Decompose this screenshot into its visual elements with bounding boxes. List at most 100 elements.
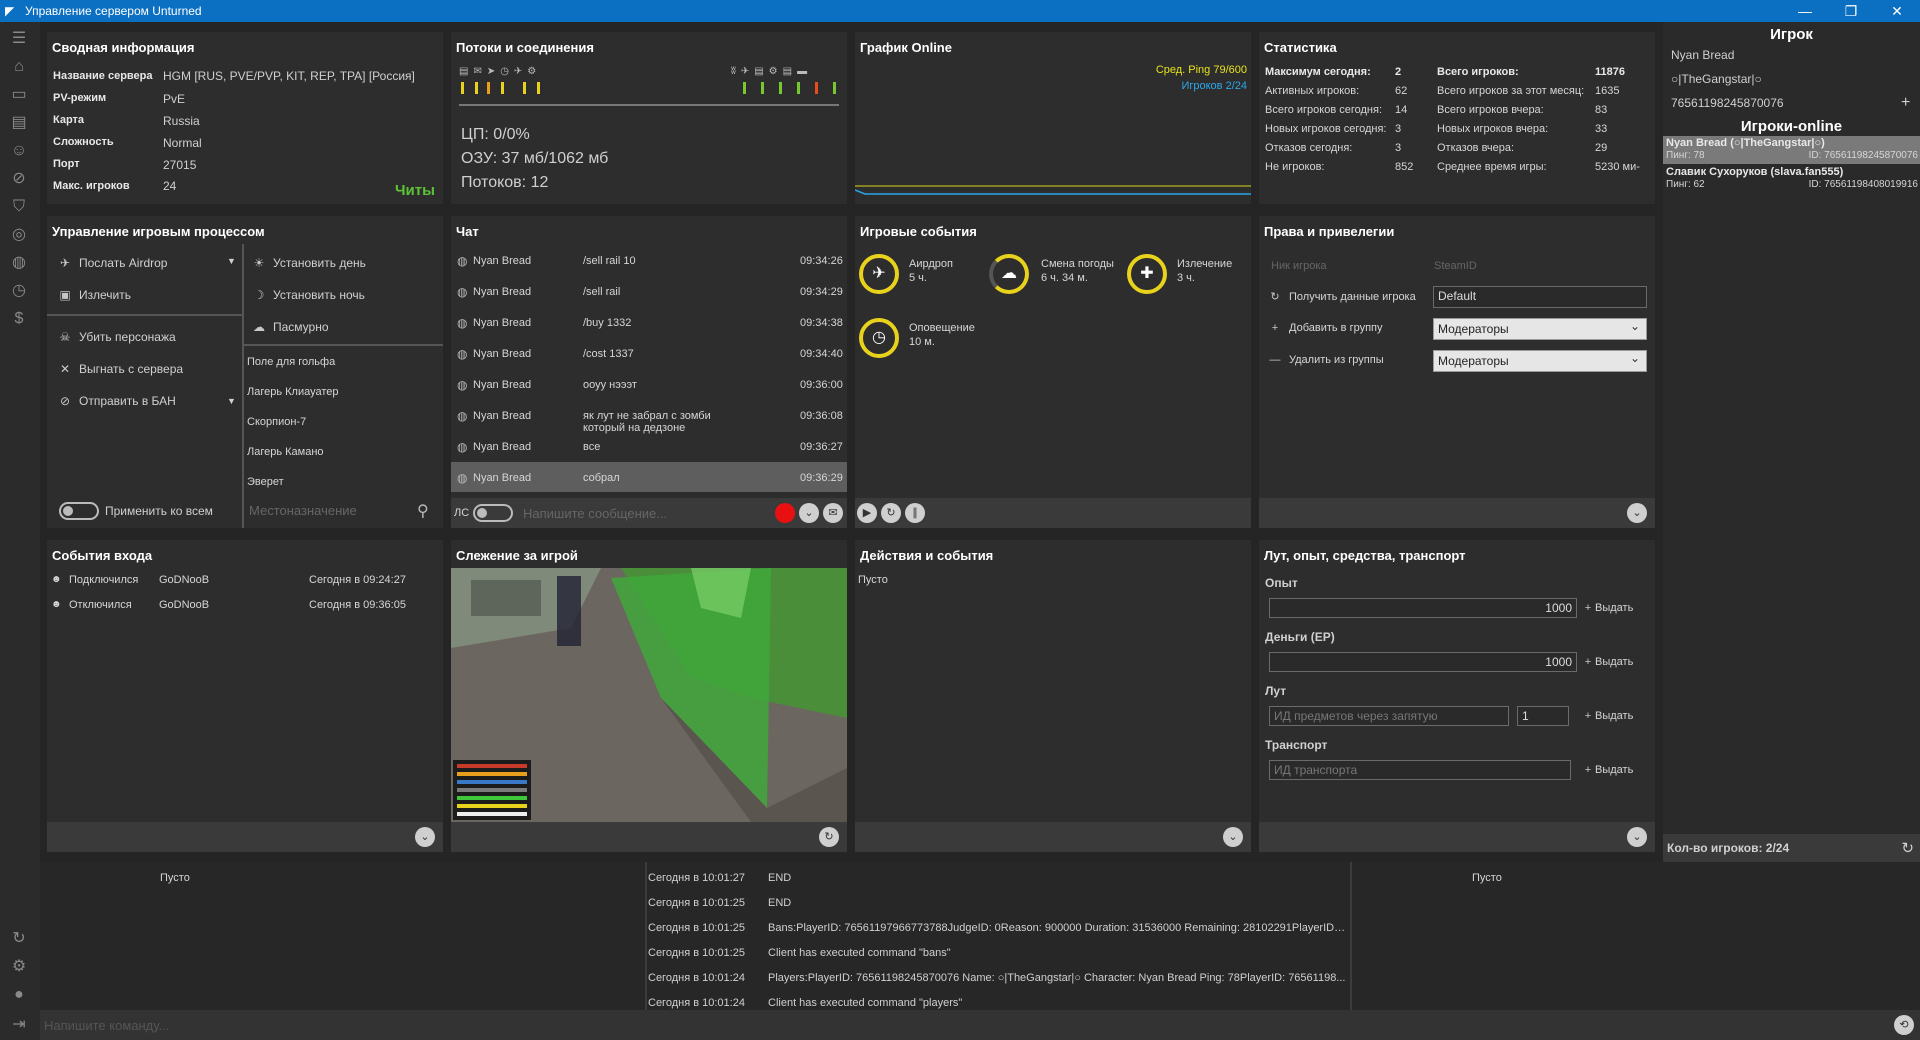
remove-from-group-button[interactable]: — Удалить из группы [1267,354,1384,366]
location-item[interactable]: Скорпион-7 [247,416,306,428]
kill-button[interactable]: ☠ Убить персонажа [57,330,176,344]
play-icon[interactable]: ▶ [857,503,877,523]
chat-footer: ЛС Напишите сообщение... ⌄ ✉ [451,498,847,528]
loot-footer: ⌄ [1259,822,1655,852]
give-money-button[interactable]: + Выдать [1583,656,1634,668]
command-input[interactable]: Напишите команду... [44,1018,169,1033]
nick-input[interactable]: Ник игрока [1271,260,1327,272]
chat-text: /sell rail [583,286,621,298]
add-player-button[interactable]: + [1901,94,1910,112]
location-item[interactable]: Лагерь Камано [247,446,324,458]
summary-key: Сложность [53,136,114,148]
exit-icon[interactable]: ⇥ [8,1014,30,1036]
medkit-icon: ▣ [59,288,71,302]
maximize-button[interactable]: ❐ [1828,0,1874,22]
kick-button[interactable]: ✕ Выгнать с сервера [57,362,183,376]
users-icon[interactable]: ☺ [8,140,30,162]
ban-button[interactable]: ⊘ Отправить в БАН [57,394,176,408]
send-command-icon[interactable]: ⟲ [1894,1015,1914,1035]
give-exp-button[interactable]: + Выдать [1583,602,1634,614]
actions-expand-icon[interactable]: ⌄ [1223,827,1243,847]
chat-message-row[interactable]: ◍ Nyan Bread/buy 1332 09:34:38 [451,314,847,342]
cheats-label[interactable]: Читы [395,182,435,199]
loot-qty-stepper[interactable]: 1 [1517,706,1569,726]
send-icon[interactable]: ✉ [823,503,843,523]
chat-scroll-down-icon[interactable]: ⌄ [799,503,819,523]
get-player-data-button[interactable]: ↻ Получить данные игрока [1267,290,1415,303]
rights-expand-icon[interactable]: ⌄ [1627,503,1647,523]
refresh-players-icon[interactable]: ↻ [1901,839,1914,857]
menu-icon[interactable]: ☰ [8,28,30,50]
plus-icon: + [1584,656,1592,668]
chat-icon[interactable]: ▭ [8,84,30,106]
settings-icon[interactable]: ⚙ [8,956,30,978]
private-toggle[interactable] [473,504,513,522]
refresh-icon[interactable]: ↻ [8,928,30,950]
online-player-name: Nyan Bread (○|TheGangstar|○) [1666,137,1825,149]
location-item[interactable]: Лагерь Клиауатер [247,386,339,398]
info-icon[interactable]: ● [8,984,30,1006]
cloudy-button[interactable]: ☁ Пасмурно [251,320,329,334]
chat-user: Nyan Bread [473,441,532,453]
group-input[interactable]: Default [1433,286,1647,308]
online-player-ping: Пинг: 78 [1666,150,1705,161]
destination-input[interactable]: Местоназначение [249,503,357,518]
chat-message-row[interactable]: ◍ Nyan Bread все 09:36:27 [451,438,847,466]
close-button[interactable]: ✕ [1874,0,1920,22]
record-button[interactable] [775,503,795,523]
stat-value: 3 [1395,123,1402,135]
private-label: ЛС [454,507,470,519]
chat-input[interactable]: Напишите сообщение... [523,506,667,521]
remove-group-select[interactable]: Модераторы [1433,350,1647,372]
online-player-row[interactable]: Nyan Bread (○|TheGangstar|○) Пинг: 78 ID… [1663,136,1920,164]
chat-message-row[interactable]: ◍ Nyan Bread/sell rail 10 09:34:26 [451,252,847,280]
chat-message-row[interactable]: ◍ Nyan Bread ооуу нэээт 09:36:00 [451,376,847,404]
summary-key: Название сервера [53,70,153,82]
money-input[interactable]: 1000 [1269,652,1577,672]
compass-icon[interactable]: ◎ [8,224,30,246]
airdrop-button[interactable]: ✈ Послать Airdrop [57,256,168,270]
give-loot-button[interactable]: + Выдать [1583,710,1634,722]
location-item[interactable]: Поле для гольфа [247,356,335,368]
login-time: Сегодня в 09:24:27 [309,574,406,586]
location-item[interactable]: Эверет [247,476,284,488]
ban-dropdown-icon[interactable]: ▼ [227,396,236,406]
online-player-row[interactable]: Славик Сухоруков (slava.fan555) Пинг: 62… [1663,165,1920,193]
minimize-button[interactable]: — [1782,0,1828,22]
add-group-select[interactable]: Модераторы [1433,318,1647,340]
console-right-empty: Пусто [1472,872,1502,884]
loot-input[interactable]: ИД предметов через запятую [1269,706,1509,726]
minus-icon: — [1269,354,1281,366]
money-icon[interactable]: $ [8,308,30,330]
home-icon[interactable]: ⌂ [8,56,30,78]
set-night-button[interactable]: ☽ Установить ночь [251,288,365,302]
set-day-button[interactable]: ☀ Установить день [251,256,366,270]
chat-message-row[interactable]: ◍ Nyan Bread/cost 1337 09:34:40 [451,345,847,373]
steamid-input[interactable]: SteamID [1434,260,1477,272]
pause-icon[interactable]: ∥ [905,503,925,523]
console-message: Client has executed command "bans" [768,947,951,959]
chat-message-row[interactable]: ◍ Nyan Bread/sell rail 09:34:29 [451,283,847,311]
login-expand-icon[interactable]: ⌄ [415,827,435,847]
plus-icon: + [1584,710,1592,722]
calendar-icon[interactable]: ▤ [8,112,30,134]
exp-input[interactable]: 1000 [1269,598,1577,618]
chat-message-row[interactable]: ◍ Nyan Bread як лут не забрал с зомби кото… [451,407,847,435]
timer-icon[interactable]: ◷ [8,280,30,302]
chat-message-row[interactable]: ◍ Nyan Bread собрал 09:36:29 [451,469,847,497]
loot-expand-icon[interactable]: ⌄ [1627,827,1647,847]
heal-button[interactable]: ▣ Излечить [57,288,131,302]
actions-footer: ⌄ [855,822,1251,852]
stat-key: Отказов вчера: [1437,142,1515,154]
shield-icon[interactable]: ⛉ [8,196,30,218]
globe-icon[interactable]: ◍ [8,252,30,274]
add-to-group-button[interactable]: + Добавить в группу [1267,322,1383,334]
pin-icon[interactable]: ⚲ [417,501,429,521]
restart-icon[interactable]: ↻ [881,503,901,523]
transport-input[interactable]: ИД транспорта [1269,760,1571,780]
give-transport-button[interactable]: + Выдать [1583,764,1634,776]
spectate-refresh-icon[interactable]: ↻ [819,827,839,847]
airdrop-dropdown-icon[interactable]: ▼ [227,256,236,266]
ban-icon[interactable]: ⊘ [8,168,30,190]
apply-all-toggle[interactable] [59,502,99,520]
